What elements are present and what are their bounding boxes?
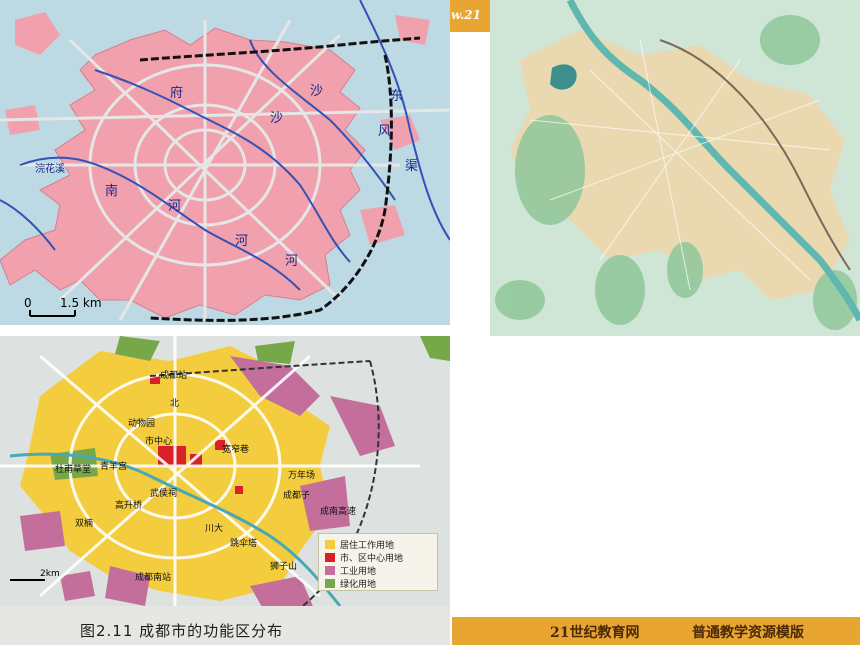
place-label: 狮子山 xyxy=(270,561,297,572)
site-banner: w.21 xyxy=(450,0,490,32)
functional-zones-map: 成都站 北 动物园 市中心 宽窄巷 杜甫草堂 青羊宫 万年场 成都子 武侯祠 川… xyxy=(0,336,450,645)
legend-swatch xyxy=(325,540,335,549)
banner-text: w.21 xyxy=(451,8,481,22)
legend-label: 绿化用地 xyxy=(340,580,377,590)
label-he1: 河 xyxy=(168,199,181,214)
place-label: 成都南站 xyxy=(135,571,171,583)
place-label: 杜甫草堂 xyxy=(55,463,91,475)
legend-label: 居住工作用地 xyxy=(340,541,395,551)
label-qu: 渠 xyxy=(405,159,418,174)
urban-patch xyxy=(15,12,60,55)
footer-bar: 21世纪教育网 普通教学资源模版 xyxy=(452,617,860,645)
label-dong: 东 xyxy=(390,89,403,104)
legend-label: 市、区中心用地 xyxy=(340,554,404,564)
scale-text: 1.5 km xyxy=(60,296,102,310)
legend-swatch xyxy=(325,566,335,575)
scale-zero: 0 xyxy=(24,296,32,310)
label-feng: 风 xyxy=(378,124,391,139)
legend-item-residential: 居住工作用地 xyxy=(325,538,395,551)
legend-swatch xyxy=(325,553,335,562)
place-label: 动物园 xyxy=(128,417,155,429)
map-legend: 居住工作用地 市、区中心用地 工业用地 绿化用地 xyxy=(318,533,438,591)
label-nan: 南 xyxy=(105,183,118,199)
footer-right-text: 普通教学资源模版 xyxy=(692,625,804,641)
satellite-style-map xyxy=(490,0,860,336)
legend-label: 工业用地 xyxy=(340,567,377,577)
label-he2: 河 xyxy=(235,234,248,249)
place-label: 青羊宫 xyxy=(100,460,127,472)
legend-item-green: 绿化用地 xyxy=(325,577,377,590)
legend-swatch xyxy=(325,579,335,588)
scale-bar: 0 1.5 km xyxy=(24,296,102,317)
place-label: 成南高速 xyxy=(320,505,356,517)
place-label: 高升桥 xyxy=(115,499,142,511)
zones-map-svg: 成都站 北 动物园 市中心 宽窄巷 杜甫草堂 青羊宫 万年场 成都子 武侯祠 川… xyxy=(0,336,450,645)
rivers-map-svg: 府 沙 东 风 渠 沙 南 河 河 河 浣花溪 0 1.5 km xyxy=(0,0,450,322)
label-he3: 河 xyxy=(285,254,298,269)
figure-caption: 图2.11 成都市的功能区分布 xyxy=(80,622,284,640)
canal-label: 浣花溪 xyxy=(35,162,65,175)
place-label: 双楠 xyxy=(75,517,93,529)
place-label: 武侯祠 xyxy=(150,487,177,499)
satellite-map-svg xyxy=(490,0,860,336)
place-label: 成都站 xyxy=(160,369,187,381)
place-label: 成都子 xyxy=(283,489,310,501)
chengdu-rivers-map: 府 沙 东 风 渠 沙 南 河 河 河 浣花溪 0 1.5 km xyxy=(0,0,450,325)
place-label: 万年场 xyxy=(288,469,315,481)
label-sha2: 沙 xyxy=(310,84,323,99)
footer-left-text: 21世纪教育网 xyxy=(550,625,640,641)
scale-text: 2km xyxy=(40,569,60,579)
place-label: 宽窄巷 xyxy=(222,443,249,455)
label-sha: 沙 xyxy=(270,111,283,126)
legend-item-center: 市、区中心用地 xyxy=(325,551,404,564)
place-label: 北 xyxy=(170,398,179,409)
place-label: 市中心 xyxy=(145,435,172,447)
label-fu: 府 xyxy=(170,86,183,101)
place-label: 川大 xyxy=(205,522,223,534)
place-label: 跳伞塔 xyxy=(230,537,257,549)
legend-item-industrial: 工业用地 xyxy=(325,564,377,577)
